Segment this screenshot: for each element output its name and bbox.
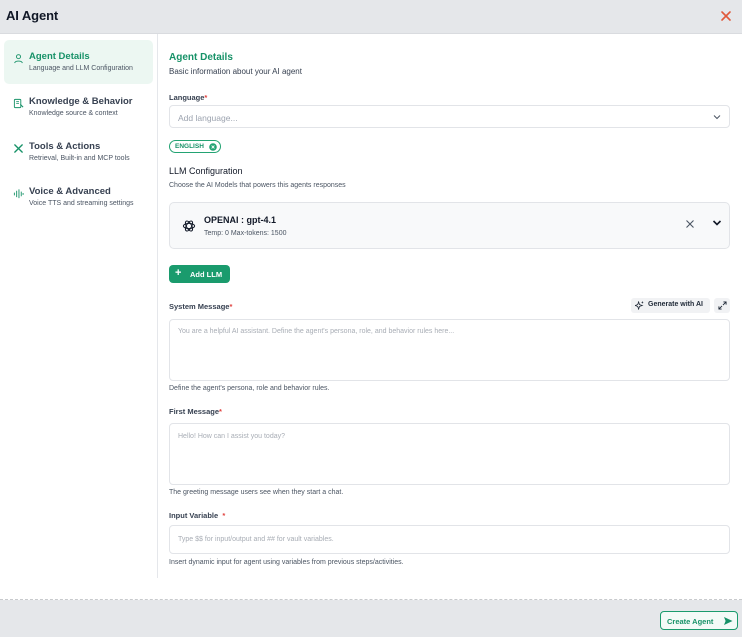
input-variable-hint: Insert dynamic input for agent using var… xyxy=(169,559,404,566)
llm-config-label: LLM Configuration xyxy=(169,166,243,176)
remove-llm-icon[interactable] xyxy=(685,219,695,229)
input-variable-label: Input Variable * xyxy=(169,511,226,520)
language-placeholder: Add language... xyxy=(178,113,238,123)
send-icon xyxy=(724,617,733,625)
input-variable-field[interactable]: Type $$ for input/output and ## for vaul… xyxy=(169,525,730,554)
dialog-title: AI Agent xyxy=(6,8,59,23)
sidebar-item-knowledge-behavior[interactable]: Knowledge & Behavior Knowledge source & … xyxy=(4,85,153,129)
chevron-down-icon xyxy=(713,115,721,120)
system-message-hint: Define the agent's persona, role and beh… xyxy=(169,385,330,392)
sidebar-item-title: Agent Details xyxy=(29,51,90,62)
book-icon xyxy=(13,98,24,109)
section-subtitle: Basic information about your AI agent xyxy=(169,67,302,76)
language-select[interactable]: Add language... xyxy=(169,105,730,128)
llm-config-hint: Choose the AI Models that powers this ag… xyxy=(169,182,346,189)
sidebar-item-agent-details[interactable]: Agent Details Language and LLM Configura… xyxy=(4,40,153,84)
expand-icon xyxy=(718,301,727,310)
input-variable-placeholder: Type $$ for input/output and ## for vaul… xyxy=(178,536,334,543)
sidebar-nav: Agent Details Language and LLM Configura… xyxy=(0,34,158,578)
llm-params: Temp: 0 Max-tokens: 1500 xyxy=(204,230,287,237)
system-message-label: System Message* xyxy=(169,302,233,311)
close-icon[interactable] xyxy=(719,9,733,23)
section-title: Agent Details xyxy=(169,52,233,63)
sidebar-item-subtitle: Retrieval, Built-in and MCP tools xyxy=(29,155,130,162)
generate-with-ai-label: Generate with AI xyxy=(648,301,703,308)
sidebar-item-title: Tools & Actions xyxy=(29,141,101,152)
plus-icon: + xyxy=(175,267,182,279)
sidebar-item-title: Voice & Advanced xyxy=(29,186,111,197)
sparkle-icon xyxy=(635,301,644,310)
language-chip: ENGLISH xyxy=(169,140,221,153)
first-message-placeholder: Hello! How can I assist you today? xyxy=(178,433,285,440)
sidebar-item-voice-advanced[interactable]: Voice & Advanced Voice TTS and streaming… xyxy=(4,175,153,219)
language-label: Language* xyxy=(169,93,208,102)
dialog-footer: Create Agent xyxy=(0,600,742,637)
generate-with-ai-button[interactable]: Generate with AI xyxy=(631,298,710,313)
create-agent-label: Create Agent xyxy=(667,617,714,626)
sidebar-item-subtitle: Voice TTS and streaming settings xyxy=(29,200,134,207)
llm-card[interactable]: OPENAI : gpt-4.1 Temp: 0 Max-tokens: 150… xyxy=(169,202,730,249)
openai-logo-icon xyxy=(182,220,196,232)
waveform-icon xyxy=(13,189,24,199)
system-message-placeholder: You are a helpful AI assistant. Define t… xyxy=(178,328,455,335)
agent-details-form: Agent Details Basic information about yo… xyxy=(169,34,731,578)
chevron-down-icon[interactable] xyxy=(712,219,722,227)
user-icon xyxy=(14,54,23,64)
first-message-textarea[interactable]: Hello! How can I assist you today? xyxy=(169,423,730,485)
llm-name: OPENAI : gpt-4.1 xyxy=(204,215,277,225)
expand-button[interactable] xyxy=(714,298,730,313)
create-agent-button[interactable]: Create Agent xyxy=(660,611,738,630)
system-message-textarea[interactable]: You are a helpful AI assistant. Define t… xyxy=(169,319,730,381)
dialog-header: AI Agent xyxy=(0,0,742,34)
tools-icon xyxy=(14,144,23,153)
sidebar-item-title: Knowledge & Behavior xyxy=(29,96,133,107)
sidebar-item-subtitle: Language and LLM Configuration xyxy=(29,65,133,72)
first-message-label: First Message* xyxy=(169,407,222,416)
sidebar-item-subtitle: Knowledge source & context xyxy=(29,110,118,117)
sidebar-item-tools-actions[interactable]: Tools & Actions Retrieval, Built-in and … xyxy=(4,130,153,174)
add-llm-label: Add LLM xyxy=(190,270,223,279)
remove-chip-icon[interactable] xyxy=(209,143,217,151)
add-llm-button[interactable]: + Add LLM xyxy=(169,265,230,283)
first-message-hint: The greeting message users see when they… xyxy=(169,489,344,496)
dialog-body: Agent Details Language and LLM Configura… xyxy=(0,34,742,600)
